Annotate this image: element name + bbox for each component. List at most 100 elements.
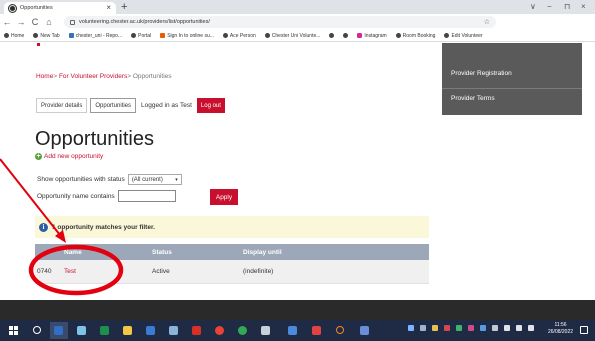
tray-green-icon[interactable] — [456, 325, 462, 331]
address-bar[interactable]: volunteering.chester.ac.uk/providers/lis… — [64, 16, 496, 28]
plus-circle-icon: + — [35, 153, 42, 160]
acrobat-icon[interactable] — [192, 326, 201, 335]
globe-icon — [131, 33, 137, 38]
paint-icon[interactable] — [169, 326, 178, 335]
tray-pink-icon[interactable] — [468, 325, 474, 331]
bookmark-portal[interactable]: Portal — [131, 33, 151, 39]
chevron-down-icon: ▾ — [175, 176, 178, 183]
reload-icon[interactable]: C — [28, 14, 42, 30]
table-row: 0740 Test Active (indefinite) — [35, 260, 429, 284]
bookmark-new-tab[interactable]: New Tab — [33, 33, 60, 39]
page-title: Opportunities — [35, 128, 154, 150]
cortana-icon[interactable] — [77, 326, 86, 335]
teams-icon[interactable] — [288, 326, 297, 335]
spotify-icon[interactable] — [238, 326, 247, 335]
opportunity-test-link[interactable]: Test — [64, 268, 152, 275]
bookmark-unlabeled-2[interactable] — [343, 33, 349, 38]
lock-icon[interactable] — [70, 19, 75, 25]
bookmark-home[interactable]: Home — [4, 33, 24, 39]
table-header: Name Status Display until — [35, 244, 429, 260]
forward-icon[interactable]: → — [14, 14, 28, 30]
close-window-icon[interactable]: × — [581, 1, 586, 13]
notifications-icon[interactable] — [580, 326, 588, 334]
site-header-accent — [37, 43, 40, 46]
name-filter-input[interactable] — [117, 190, 176, 202]
excel-icon[interactable] — [100, 326, 109, 335]
breadcrumb: Home> For Volunteer Providers> Opportuni… — [36, 73, 172, 80]
tray-wifi-icon[interactable] — [504, 325, 510, 331]
tab-title: Opportunities — [20, 5, 53, 11]
globe-icon — [343, 33, 349, 38]
new-tab-button[interactable]: + — [121, 1, 127, 13]
bookmark-room-booking[interactable]: Room Booking — [395, 33, 435, 39]
clock-date: 26/08/2022 — [548, 329, 574, 335]
app-red-icon[interactable] — [312, 326, 321, 335]
breadcrumb-providers[interactable]: For Volunteer Providers — [59, 73, 127, 80]
column-name[interactable]: Name — [35, 249, 152, 256]
globe-icon — [444, 33, 450, 38]
app-orange-icon[interactable] — [336, 326, 344, 334]
notepad-icon[interactable] — [261, 326, 270, 335]
bookmark-repo[interactable]: chester_uni - Repo... — [68, 33, 122, 39]
apply-button[interactable]: Apply — [210, 189, 238, 205]
tray-folder-icon[interactable] — [432, 325, 438, 331]
windows-taskbar: 11:56 26/08/2022 — [0, 320, 595, 341]
minimize-icon[interactable]: − — [547, 1, 552, 13]
info-icon: i — [39, 222, 48, 232]
row-display-until: (indefinite) — [243, 268, 274, 275]
bookmark-unlabeled-1[interactable] — [329, 33, 335, 38]
bookmark-instagram[interactable]: Instagram — [357, 33, 387, 39]
status-filter-select[interactable]: (All current) ▾ — [127, 174, 182, 185]
status-filter-value: (All current) — [131, 176, 163, 183]
tray-chevron-icon[interactable] — [492, 325, 498, 331]
account-nav: Provider details Opportunities Logged in… — [36, 98, 225, 113]
doc-icon — [68, 33, 74, 38]
side-menu-provider-registration[interactable]: Provider Registration — [451, 70, 512, 77]
filter-result-text: 1 opportunity matches your filter. — [52, 223, 155, 231]
taskbar-clock[interactable]: 11:56 26/08/2022 — [548, 322, 573, 336]
chrome-icon[interactable] — [215, 326, 224, 335]
tab-search-icon[interactable]: ∨ — [530, 1, 536, 13]
side-menu: Provider Registration Provider Terms — [442, 43, 582, 115]
opportunities-button[interactable]: Opportunities — [90, 98, 137, 113]
browser-tab[interactable]: Opportunities × — [4, 2, 116, 14]
column-status[interactable]: Status — [152, 249, 243, 256]
site-favicon-icon — [9, 4, 16, 12]
side-menu-provider-terms[interactable]: Provider Terms — [451, 95, 495, 102]
log-out-button[interactable]: Log out — [196, 98, 225, 113]
column-display-until[interactable]: Display until — [243, 249, 282, 256]
tray-battery-icon[interactable] — [528, 325, 534, 331]
word-icon[interactable] — [146, 326, 155, 335]
app-blue-icon[interactable] — [360, 326, 369, 335]
add-new-opportunity-label: Add new opportunity — [44, 153, 104, 160]
add-new-opportunity-link[interactable]: + Add new opportunity — [35, 153, 103, 160]
breadcrumb-home[interactable]: Home — [36, 73, 53, 80]
provider-details-button[interactable]: Provider details — [36, 98, 88, 113]
instagram-icon — [357, 33, 363, 38]
outlook-icon[interactable] — [54, 326, 63, 335]
bookmark-chester-volunteering[interactable]: Chester Uni Volunte... — [264, 33, 320, 39]
back-icon[interactable]: ← — [0, 14, 14, 30]
bookmark-sign-in[interactable]: Sign In to online su... — [160, 33, 214, 39]
tray-pen-icon[interactable] — [408, 325, 414, 331]
breadcrumb-current: Opportunities — [132, 73, 172, 80]
start-windows-icon[interactable] — [9, 326, 18, 335]
status-filter-label: Show opportunities with status — [37, 176, 125, 183]
tray-volume-icon[interactable] — [516, 325, 522, 331]
tray-bluetooth-icon[interactable] — [480, 325, 486, 331]
bookmark-edit-volunteer[interactable]: Edit Volunteer — [444, 33, 483, 39]
clock-time: 11:56 — [554, 322, 567, 328]
row-id: 0740 — [37, 268, 52, 275]
tab-close-icon[interactable]: × — [106, 4, 111, 12]
home-icon[interactable]: ⌂ — [42, 14, 56, 30]
search-icon[interactable] — [33, 326, 41, 334]
address-toolbar: ← → C ⌂ volunteering.chester.ac.uk/provi… — [0, 14, 595, 40]
tray-red-icon[interactable] — [444, 325, 450, 331]
side-menu-divider — [442, 88, 582, 89]
maximize-icon[interactable]: ⊓ — [564, 1, 570, 13]
bookmark-star-icon[interactable]: ☆ — [484, 18, 490, 26]
file-explorer-icon[interactable] — [123, 326, 132, 335]
bookmark-ace-person[interactable]: Ace Person — [222, 33, 256, 39]
logged-in-status: Logged in as Test — [141, 102, 192, 109]
tray-network-icon[interactable] — [420, 325, 426, 331]
